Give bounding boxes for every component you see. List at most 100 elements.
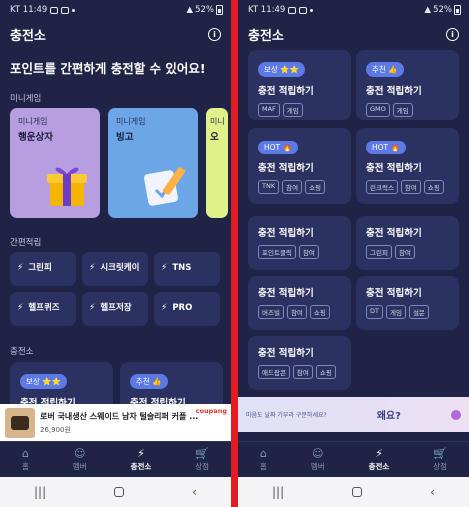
ad-text: 마음도 날짜 기부라 구분하세요? <box>246 412 327 419</box>
bolt-icon: ⚡ <box>161 263 168 274</box>
carrier-time: KT 11:49 <box>10 5 48 15</box>
chip-tns[interactable]: ⚡ TNS <box>154 252 220 286</box>
home-button-icon[interactable] <box>114 487 125 497</box>
charge-card[interactable]: 충전 적립하기 그린피 참여 <box>356 216 459 270</box>
nav-label: 충전소 <box>368 461 390 471</box>
nav-shop[interactable]: 🛒 상점 <box>195 448 209 472</box>
charge-card[interactable]: HOT 🔥 충전 적립하기 린크럭스 참여 쇼핑 <box>356 128 459 204</box>
ad-brand-logo: coupang <box>195 407 227 415</box>
nav-members[interactable]: ☺ 멤버 <box>311 448 325 472</box>
game-card-lucky-box[interactable]: 미니게임 행운상자 <box>10 108 100 218</box>
ad-headline: 왜요? <box>376 411 401 422</box>
nav-shop[interactable]: 🛒 상점 <box>433 448 447 472</box>
nav-label: 충전소 <box>130 461 152 471</box>
game-small-label: 미니게임 <box>18 117 48 126</box>
status-bar: KT 11:49 ▲ 52% <box>0 0 231 20</box>
game-card-partial[interactable]: 미니게임 오 <box>206 108 228 218</box>
members-icon: ☺ <box>312 446 324 460</box>
chip-pro[interactable]: ⚡ PRO <box>154 292 220 326</box>
back-icon[interactable]: ‹ <box>430 485 435 499</box>
card-badge: 추천 👍 <box>366 62 404 77</box>
charge-card[interactable]: 충전 적립하기 버즈빌 참여 쇼핑 <box>248 276 351 330</box>
charge-card[interactable]: 충전 적립하기 애드팝콘 참여 쇼핑 <box>248 336 351 390</box>
charge-card[interactable]: HOT 🔥 충전 적립하기 TNK 참여 쇼핑 <box>248 128 351 204</box>
chip-label: 그린피 <box>28 263 52 274</box>
recent-apps-icon[interactable]: ||| <box>272 485 284 499</box>
category-tag: 쇼핑 <box>305 180 326 194</box>
dot-icon <box>72 8 76 12</box>
nav-charge[interactable]: ⚡ 충전소 <box>131 448 152 472</box>
bottom-nav: ⌂ 홈 ☺ 멤버 ⚡ 충전소 🛒 상점 <box>238 441 469 477</box>
signal-icon: ▲ <box>424 5 432 15</box>
ad-banner[interactable]: 마음도 날짜 기부라 구분하세요? 왜요? <box>238 397 469 432</box>
signal-icon: ▲ <box>186 5 194 15</box>
bolt-icon: ⚡ <box>375 446 383 460</box>
system-nav: ||| ‹ <box>0 477 231 507</box>
charge-card-title: 충전 적립하기 <box>366 86 422 97</box>
charge-card[interactable]: 보상 ⭐⭐ 충전 적립하기 MAF 게임 <box>248 50 351 120</box>
left-screen: KT 11:49 ▲ 52% 충전소 i 포인트를 간편하게 충전할 수 있어요… <box>0 0 231 507</box>
right-screen: KT 11:49 ▲ 52% 충전소 i 보상 ⭐⭐ 충전 적립하기 MAF 게임 추천… <box>238 0 469 507</box>
game-name: 오 <box>210 132 219 143</box>
chat-icon <box>61 6 70 14</box>
bolt-icon: ⚡ <box>89 263 96 274</box>
info-icon[interactable]: i <box>208 27 221 41</box>
charge-card-title: 충전 적립하기 <box>258 86 314 97</box>
chip-label: PRO <box>172 303 193 314</box>
ad-thumbnail <box>5 407 35 438</box>
category-tag: 게임 <box>385 305 406 319</box>
recommend-badge: 추천 👍 <box>130 374 168 389</box>
tag-row: 린크럭스 참여 쇼핑 <box>366 180 449 194</box>
members-icon: ☺ <box>74 446 86 460</box>
charge-card[interactable]: 충전 적립하기 포인트클릭 참여 <box>248 216 351 270</box>
category-tag: 쇼핑 <box>315 365 336 379</box>
charge-card[interactable]: 충전 적립하기 DT 게임 설문 <box>356 276 459 330</box>
minigame-row: 미니게임 행운상자 미니게임 빙고 미니 오 <box>10 108 228 218</box>
bolt-icon: ⚡ <box>137 446 145 460</box>
category-tag: 게임 <box>282 103 303 117</box>
red-divider <box>231 0 238 507</box>
status-bar: KT 11:49 ▲ 52% <box>238 0 469 20</box>
ad-banner[interactable]: 로버 국내생산 스웨이드 남자 털슬리퍼 커플 ... 26,900원 coup… <box>0 404 231 441</box>
bottom-nav: ⌂ 홈 ☺ 멤버 ⚡ 충전소 🛒 상점 <box>0 441 231 477</box>
battery-text: 52% <box>433 5 452 15</box>
chip-label: TNS <box>172 263 192 274</box>
recent-apps-icon[interactable]: ||| <box>34 485 46 499</box>
tag-row: 애드팝콘 참여 쇼핑 <box>258 365 341 379</box>
easy-chip-grid: ⚡ 그린피 ⚡ 시크릿케이 ⚡ TNS ⚡ 헬프퀴즈 ⚡ 헬프저장 ⚡ PRO <box>10 252 220 326</box>
chip-help-save[interactable]: ⚡ 헬프저장 <box>82 292 148 326</box>
info-icon[interactable]: i <box>446 27 459 41</box>
battery-text: 52% <box>195 5 214 15</box>
nav-label: 홈 <box>21 461 29 471</box>
game-card-bingo[interactable]: 미니게임 빙고 <box>108 108 198 218</box>
category-tag: 설문 <box>408 305 429 319</box>
category-tag: GMO <box>366 103 390 117</box>
nav-home[interactable]: ⌂ 홈 <box>260 448 267 472</box>
nav-label: 멤버 <box>72 461 87 471</box>
category-tag: 참여 <box>400 180 421 194</box>
game-small-label: 미니게임 <box>116 117 146 126</box>
tag-row: MAF 게임 <box>258 103 341 117</box>
charge-card[interactable]: 추천 👍 충전 적립하기 GMO 게임 <box>356 50 459 120</box>
back-icon[interactable]: ‹ <box>192 485 197 499</box>
nav-home[interactable]: ⌂ 홈 <box>22 448 29 472</box>
category-tag: 참여 <box>286 305 307 319</box>
chip-greenp[interactable]: ⚡ 그린피 <box>10 252 76 286</box>
chip-help-quiz[interactable]: ⚡ 헬프퀴즈 <box>10 292 76 326</box>
home-button-icon[interactable] <box>352 487 363 497</box>
nav-charge[interactable]: ⚡ 충전소 <box>369 448 390 472</box>
tag-row: 그린피 참여 <box>366 245 449 259</box>
chip-secret[interactable]: ⚡ 시크릿케이 <box>82 252 148 286</box>
notification-icon <box>288 6 297 14</box>
game-name: 행운상자 <box>18 132 53 143</box>
nav-members[interactable]: ☺ 멤버 <box>73 448 87 472</box>
carrier-time: KT 11:49 <box>248 5 286 15</box>
chip-label: 시크릿케이 <box>100 263 140 274</box>
category-tag: 쇼핑 <box>309 305 330 319</box>
headline: 포인트를 간편하게 충전할 수 있어요! <box>10 61 206 76</box>
app-bar: 충전소 i <box>238 20 469 48</box>
bingo-pencil-icon <box>144 167 186 206</box>
battery-icon <box>216 5 223 15</box>
system-nav: ||| ‹ <box>238 477 469 507</box>
chip-label: 헬프퀴즈 <box>28 303 60 314</box>
